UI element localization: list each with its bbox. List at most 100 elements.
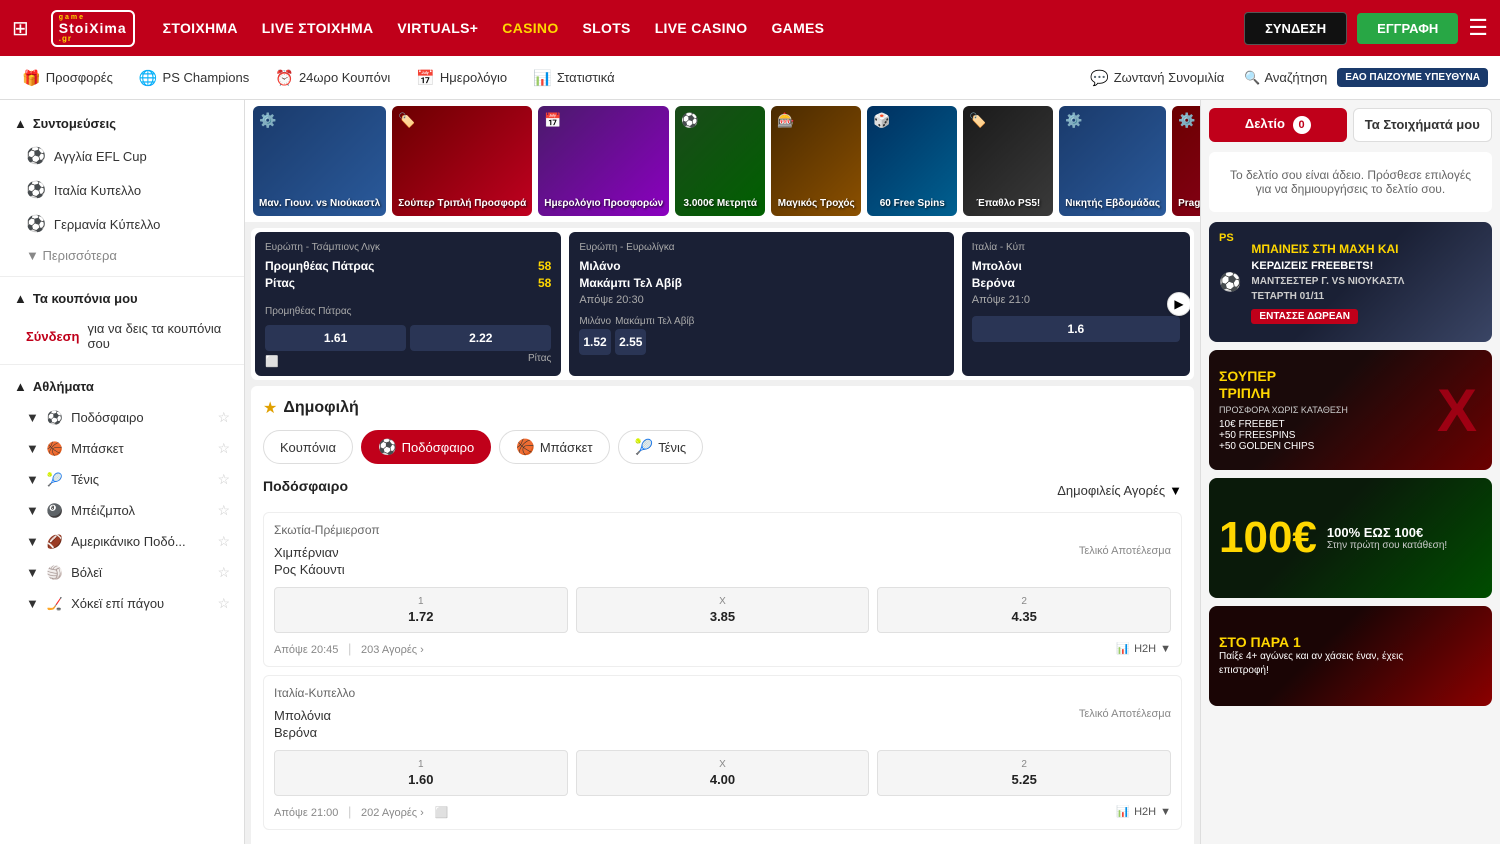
right-banner-1[interactable]: PS ⚽ ΜΠΑΙΝΕΙΣ ΣΤΗ ΜΑΧΗ ΚΑΙ ΚΕΡΔΙΖΕΙΣ FRE… <box>1209 222 1492 342</box>
football-sport-icon: ⚽ <box>47 410 63 426</box>
chevron-right-markets-2[interactable]: › <box>420 807 424 819</box>
search-item[interactable]: 🔍 Αναζήτηση <box>1244 70 1327 86</box>
chevron-right-markets-1[interactable]: › <box>420 644 424 656</box>
hamburger-icon[interactable]: ☰ <box>1468 15 1488 41</box>
nav-stoixima[interactable]: ΣΤΟΙΧΗΜΑ <box>163 20 238 36</box>
star-icon-5: ☆ <box>217 533 230 550</box>
nav-slots[interactable]: SLOTS <box>583 20 631 36</box>
star-icon-7: ☆ <box>217 595 230 612</box>
sidebar-sport-basketball[interactable]: ▼ 🏀 Μπάσκετ ☆ <box>0 433 244 464</box>
nav-offers[interactable]: 🎁 Προσφορές <box>12 65 123 91</box>
nav-virtuals[interactable]: VIRTUALS+ <box>397 20 478 36</box>
tab-tennis[interactable]: 🎾 Τένις <box>618 430 704 464</box>
odd-btn-match1-x[interactable]: Χ 3.85 <box>576 587 870 633</box>
betslip-tab-active[interactable]: Δελτίο 0 <box>1209 108 1347 142</box>
betslip-tab-mybet[interactable]: Τα Στοιχήματά μου <box>1353 108 1493 142</box>
odds-btn-3-1[interactable]: 1.6 <box>972 316 1180 342</box>
promo-card-3[interactable]: ⚽ 3.000€ Μετρητά <box>675 106 765 216</box>
calendar-icon: 📅 <box>416 69 435 87</box>
match-scroll-right[interactable]: ▶ <box>1167 292 1190 316</box>
odd-btn-match1-2[interactable]: 2 4.35 <box>877 587 1171 633</box>
search-icon: 🔍 <box>1244 70 1260 86</box>
right-banner-3[interactable]: 100€ 100% ΕΩΣ 100€ Στην πρώτη σου κατάθε… <box>1209 478 1492 598</box>
odds-btn-1-1[interactable]: 1.61 <box>265 325 406 351</box>
chevron-down-icon-4: ▼ <box>26 472 39 487</box>
gift-icon: 🎁 <box>22 69 41 87</box>
sidebar-item-efl[interactable]: ⚽ Αγγλία EFL Cup <box>0 139 244 173</box>
sidebar-sport-tennis[interactable]: ▼ 🎾 Τένις ☆ <box>0 464 244 495</box>
football-tab-icon: ⚽ <box>378 438 397 456</box>
tab-basketball[interactable]: 🏀 Μπάσκετ <box>499 430 609 464</box>
login-for-coupons[interactable]: Σύνδεση για να δεις τα κουπόνια σου <box>0 314 244 358</box>
tab-coupon[interactable]: Κουπόνια <box>263 430 353 464</box>
nav-casino[interactable]: CASINO <box>502 20 558 36</box>
sidebar-sport-baseball[interactable]: ▼ 🎱 Μπέιζμπολ ☆ <box>0 495 244 526</box>
chevron-down-markets: ▼ <box>1169 483 1182 498</box>
more-button[interactable]: ▼ Περισσότερα <box>0 241 244 270</box>
odd-btn-match2-2[interactable]: 2 5.25 <box>877 750 1171 796</box>
nav-calendar[interactable]: 📅 Ημερολόγιο <box>406 65 517 91</box>
h2h-btn-2[interactable]: 📊 H2H ▼ <box>1116 805 1171 818</box>
promo-card-6[interactable]: 🏷️ Έπαθλο PS5! <box>963 106 1053 216</box>
match-card-1[interactable]: Ευρώπη - Τσάμπιονς Λιγκ Προμηθέας Πάτρας… <box>255 232 561 376</box>
star-icon-2: ☆ <box>217 440 230 457</box>
top-navigation: ⊞ game StoiXima .gr ΣΤΟΙΧΗΜΑ LIVE ΣΤΟΙΧΗ… <box>0 0 1500 56</box>
betslip-empty-message: Το δελτίο σου είναι άδειο. Πρόσθεσε επιλ… <box>1209 152 1492 212</box>
odd-btn-match2-1[interactable]: 1 1.60 <box>274 750 568 796</box>
sport-section-header: Ποδόσφαιρο Δημοφιλείς Αγορές ▼ <box>263 478 1182 502</box>
star-icon-3: ☆ <box>217 471 230 488</box>
register-button[interactable]: ΕΓΓΡΑΦΗ <box>1357 13 1458 44</box>
nav-statistics[interactable]: 📊 Στατιστικά <box>523 65 625 91</box>
tab-football[interactable]: ⚽ Ποδόσφαιρο <box>361 430 491 464</box>
sidebar: ▲ Συντομεύσεις ⚽ Αγγλία EFL Cup ⚽ Ιταλία… <box>0 100 245 844</box>
odd-btn-match1-1[interactable]: 1 1.72 <box>274 587 568 633</box>
promo-card-4[interactable]: 🎰 Μαγικός Τροχός <box>771 106 861 216</box>
promo-card-0[interactable]: ⚙️ Μαν. Γιουν. vs Νιούκαστλ <box>253 106 386 216</box>
h2h-btn-1[interactable]: 📊 H2H ▼ <box>1116 642 1171 655</box>
chevron-up-icon: ▲ <box>14 116 27 131</box>
promo-card-7[interactable]: ⚙️ Νικητής Εβδομάδας <box>1059 106 1166 216</box>
nav-games[interactable]: GAMES <box>771 20 824 36</box>
right-banner-4[interactable]: ΣΤΟ ΠΑΡΑ 1 Παίξε 4+ αγώνες και αν χάσεις… <box>1209 606 1492 706</box>
sports-section[interactable]: ▲ Αθλήματα <box>0 371 244 402</box>
sidebar-item-germany-cup[interactable]: ⚽ Γερμανία Κύπελλο <box>0 207 244 241</box>
promo-card-2[interactable]: 📅 Ημερολόγιο Προσφορών <box>538 106 669 216</box>
site-logo[interactable]: game StoiXima .gr <box>51 10 135 47</box>
sidebar-sport-hockey[interactable]: ▼ 🏒 Χόκεϊ επί πάγου ☆ <box>0 588 244 619</box>
match-card-3[interactable]: Ιταλία - Κύπ Μπολόνι Βερόνα Απόψε 21:0 1… <box>962 232 1190 376</box>
chart-icon-2: 📊 <box>1116 805 1130 818</box>
nav-24h-coupon[interactable]: ⏰ 24ωρο Κουπόνι <box>265 65 400 91</box>
sidebar-divider-2 <box>0 364 244 365</box>
main-layout: ▲ Συντομεύσεις ⚽ Αγγλία EFL Cup ⚽ Ιταλία… <box>0 100 1500 844</box>
promo-card-8[interactable]: ⚙️ Pragmatic Buy Bonus <box>1172 106 1200 216</box>
right-banner-2[interactable]: ΣΟΥΠΕΡ ΤΡΙΠΛΗ ΠΡΟΣΦΟΡΑ ΧΩΡΙΣ ΚΑΤΑΘΕΣΗ 10… <box>1209 350 1492 470</box>
shortcuts-section[interactable]: ▲ Συντομεύσεις <box>0 108 244 139</box>
odds-btn-2-1[interactable]: 1.52 <box>579 329 610 355</box>
sidebar-sport-american-football[interactable]: ▼ 🏈 Αμερικάνικο Ποδό... ☆ <box>0 526 244 557</box>
nav-right-actions: ΣΥΝΔΕΣΗ ΕΓΓΡΑΦΗ ☰ <box>1244 12 1488 45</box>
promo-card-5[interactable]: 🎲 60 Free Spins <box>867 106 957 216</box>
american-football-icon: 🏈 <box>47 534 63 550</box>
nav-ps-champions[interactable]: 🌐 PS Champions <box>129 65 259 91</box>
odds-btn-1-2[interactable]: 2.22 <box>410 325 551 351</box>
chevron-up-icon-2: ▲ <box>14 291 27 306</box>
globe-icon: 🌐 <box>139 69 158 87</box>
content-area: ⚙️ Μαν. Γιουν. vs Νιούκαστλ 🏷️ Σούπερ Τρ… <box>245 100 1200 844</box>
football-icon-2: ⚽ <box>26 180 46 200</box>
grid-icon[interactable]: ⊞ <box>12 16 29 41</box>
sidebar-sport-football[interactable]: ▼ ⚽ Ποδόσφαιρο ☆ <box>0 402 244 433</box>
promo-card-1[interactable]: 🏷️ Σούπερ Τριπλή Προσφορά <box>392 106 532 216</box>
login-button[interactable]: ΣΥΝΔΕΣΗ <box>1244 12 1347 45</box>
nav-live-stoixima[interactable]: LIVE ΣΤΟΙΧΗΜΑ <box>262 20 374 36</box>
popular-markets-dropdown[interactable]: Δημοφιλείς Αγορές ▼ <box>1057 483 1182 498</box>
sidebar-sport-volleyball[interactable]: ▼ 🏐 Βόλεϊ ☆ <box>0 557 244 588</box>
my-coupons-section[interactable]: ▲ Τα κουπόνια μου <box>0 283 244 314</box>
odd-btn-match2-x[interactable]: Χ 4.00 <box>576 750 870 796</box>
match-card-2[interactable]: Ευρώπη - Ευρωλίγκα Μιλάνο Μακάμπι Τελ Αβ… <box>569 232 953 376</box>
chevron-down-icon-5: ▼ <box>26 503 39 518</box>
nav-live-chat[interactable]: 💬 Ζωντανή Συνομιλία <box>1080 65 1234 91</box>
star-icon-6: ☆ <box>217 564 230 581</box>
sidebar-item-italy-cup[interactable]: ⚽ Ιταλία Κυπελλο <box>0 173 244 207</box>
nav-live-casino[interactable]: LIVE CASINO <box>655 20 748 36</box>
odds-btn-2-2[interactable]: 2.55 <box>615 329 646 355</box>
